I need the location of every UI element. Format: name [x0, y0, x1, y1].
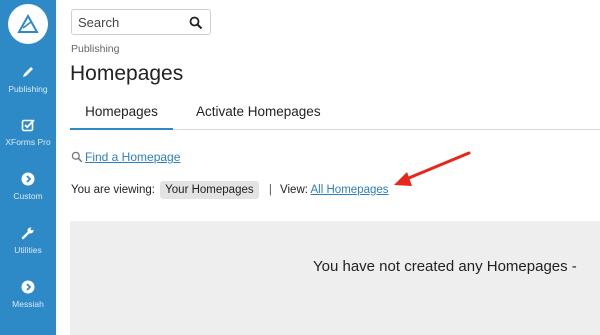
sidebar-item-label: Utilities	[14, 245, 42, 255]
tab-bar: Homepages Activate Homepages	[70, 98, 600, 130]
search-box	[71, 9, 211, 35]
sidebar-item-label: Custom	[13, 191, 43, 201]
pencil-icon	[23, 67, 33, 77]
sidebar-item-label: XForms Pro	[5, 137, 51, 147]
search-input[interactable]	[78, 14, 178, 31]
sidebar-item-label: Messiah	[12, 299, 44, 309]
sidebar-item-custom[interactable]: Custom	[0, 171, 56, 201]
current-view-badge: Your Homepages	[160, 181, 259, 199]
sidebar-item-xforms-pro[interactable]: XForms Pro	[0, 117, 56, 147]
tab-homepages[interactable]: Homepages	[70, 98, 173, 130]
breadcrumb[interactable]: Publishing	[71, 43, 119, 55]
search-icon[interactable]	[189, 16, 203, 30]
sidebar: Publishing XForms Pro Custom Utilities M…	[0, 0, 56, 335]
chevron-right-circle-icon	[21, 280, 35, 294]
tab-activate-homepages[interactable]: Activate Homepages	[196, 98, 321, 130]
sidebar-item-utilities[interactable]: Utilities	[0, 225, 56, 255]
empty-state-message: You have not created any Homepages -	[313, 258, 577, 275]
viewing-bar: You are viewing: Your Homepages | View: …	[71, 181, 389, 199]
find-homepage-link[interactable]: Find a Homepage	[85, 150, 180, 164]
sidebar-item-label: Publishing	[8, 84, 48, 94]
view-label: View:	[280, 184, 308, 196]
chevron-right-circle-icon	[21, 172, 35, 186]
viewing-prefix: You are viewing:	[71, 184, 155, 196]
sidebar-item-messiah[interactable]: Messiah	[0, 279, 56, 309]
wrench-icon	[21, 227, 34, 240]
find-homepage: Find a Homepage	[71, 150, 180, 164]
checkbox-icon	[21, 119, 35, 132]
empty-state-panel: You have not created any Homepages -	[70, 221, 600, 335]
main-content: Publishing Homepages Homepages Activate …	[56, 0, 600, 335]
magnifier-icon	[71, 151, 83, 163]
viewing-separator: |	[268, 184, 272, 196]
page-title: Homepages	[70, 62, 184, 85]
sidebar-item-publishing[interactable]: Publishing	[0, 64, 56, 94]
logo-triangle-icon	[17, 14, 39, 33]
all-homepages-link[interactable]: All Homepages	[311, 184, 389, 196]
app-logo[interactable]	[8, 4, 48, 44]
